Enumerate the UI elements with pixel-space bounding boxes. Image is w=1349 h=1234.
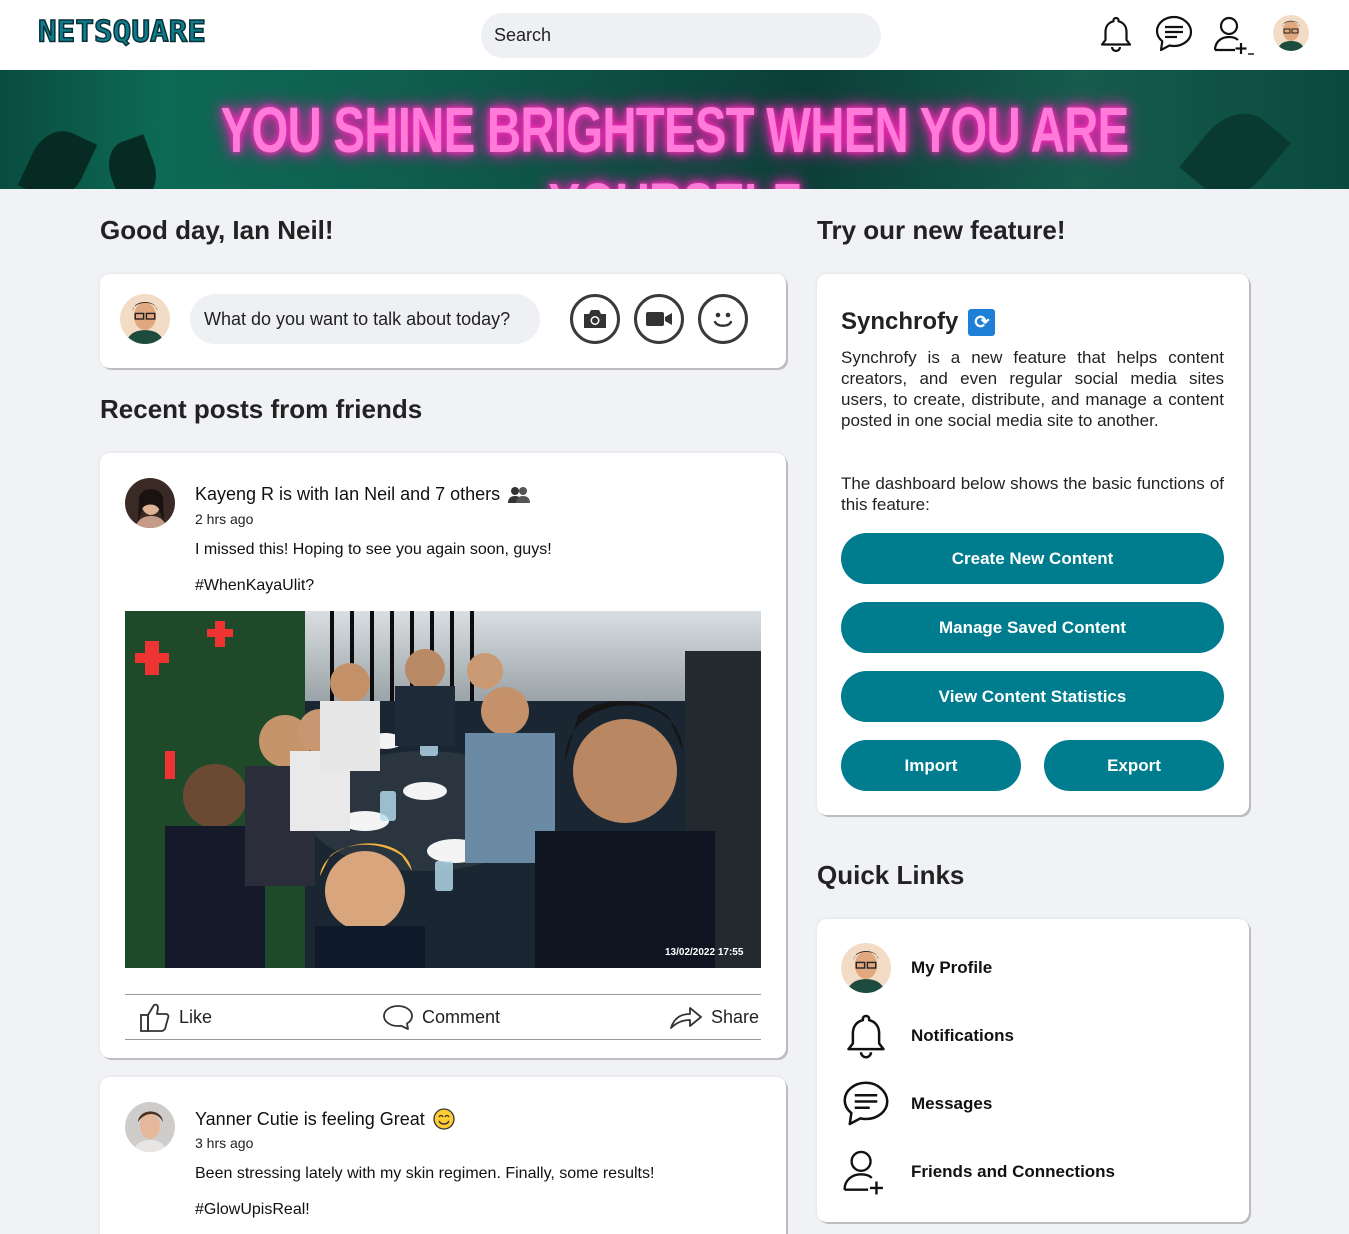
search-input[interactable] xyxy=(481,13,881,58)
post-action-bar: Like Comment Share xyxy=(125,994,761,1040)
camera-button[interactable] xyxy=(570,294,620,344)
composer-input[interactable] xyxy=(190,294,540,344)
video-button[interactable] xyxy=(634,294,684,344)
user-avatar[interactable] xyxy=(1273,15,1309,51)
recent-posts-heading: Recent posts from friends xyxy=(100,394,423,424)
smiley-icon xyxy=(713,312,733,327)
post-timestamp: 3 hrs ago xyxy=(195,1135,254,1151)
hero-banner: YOU SHINE BRIGHTEST WHEN YOU ARE YOURSEL… xyxy=(0,70,1349,189)
quick-link-notifications[interactable]: Notifications xyxy=(841,1011,1221,1061)
export-button[interactable]: Export xyxy=(1044,740,1224,791)
thumbs-up-icon xyxy=(140,1003,170,1032)
like-button[interactable]: Like xyxy=(139,995,212,1039)
quick-link-label: My Profile xyxy=(911,958,993,977)
synchrofy-card: Synchrofy ⟳ Synchrofy is a new feature t… xyxy=(817,274,1249,815)
emoji-button[interactable] xyxy=(698,294,748,344)
post-author-avatar[interactable] xyxy=(125,1102,175,1152)
banner-leaf-decoration xyxy=(101,134,164,189)
profile-avatar xyxy=(841,943,891,993)
comment-label: Comment xyxy=(422,1006,501,1027)
video-icon xyxy=(646,312,672,326)
view-statistics-button[interactable]: View Content Statistics xyxy=(841,671,1224,722)
group-icon xyxy=(508,486,531,503)
top-navigation-bar: NETSQUARE xyxy=(0,0,1349,70)
sync-icon: ⟳ xyxy=(968,308,996,336)
share-label: Share xyxy=(711,1006,760,1027)
post-photo[interactable]: 13/02/2022 17:55 xyxy=(125,611,761,968)
post-composer xyxy=(100,274,786,368)
chat-icon xyxy=(843,1081,889,1126)
post-body-text: Been stressing lately with my skin regim… xyxy=(195,1165,655,1182)
create-content-button[interactable]: Create New Content xyxy=(841,533,1224,584)
smiling-emoji-icon xyxy=(433,1108,455,1130)
synchrofy-description: Synchrofy is a new feature that helps co… xyxy=(841,348,1224,430)
bell-icon xyxy=(847,1014,885,1059)
bell-icon[interactable] xyxy=(1096,14,1136,54)
quick-link-label: Friends and Connections xyxy=(911,1162,1116,1181)
photo-timestamp: 13/02/2022 17:55 xyxy=(665,947,744,958)
greeting-heading: Good day, Ian Neil! xyxy=(100,215,334,245)
quick-link-messages[interactable]: Messages xyxy=(841,1079,1221,1129)
quick-links-card: My Profile Notifications Messages Friend… xyxy=(817,919,1249,1222)
banner-leaf-decoration xyxy=(1179,98,1291,189)
camera-icon xyxy=(584,310,606,328)
comment-icon xyxy=(383,1005,413,1030)
quick-link-label: Notifications xyxy=(911,1026,1014,1045)
post-body-text: I missed this! Hoping to see you again s… xyxy=(195,541,552,558)
manage-content-button[interactable]: Manage Saved Content xyxy=(841,602,1224,653)
like-label: Like xyxy=(179,1006,213,1027)
comment-button[interactable]: Comment xyxy=(382,995,500,1039)
synchrofy-dashboard-note: The dashboard below shows the basic func… xyxy=(841,474,1224,514)
post-card: Kayeng R is with Ian Neil and 7 others 2… xyxy=(100,453,786,1058)
post-card: Yanner Cutie is feeling Great 3 hrs ago … xyxy=(100,1077,786,1234)
post-author-text[interactable]: Yanner Cutie is feeling Great xyxy=(195,1109,425,1130)
composer-avatar xyxy=(120,294,170,344)
synchrofy-title-text: Synchrofy xyxy=(841,308,959,335)
post-hashtag[interactable]: #WhenKayaUlit? xyxy=(195,577,314,595)
post-timestamp: 2 hrs ago xyxy=(195,511,254,527)
share-icon xyxy=(670,1007,702,1029)
post-hashtag[interactable]: #GlowUpisReal! xyxy=(195,1201,310,1219)
banner-leaf-decoration xyxy=(17,121,98,189)
quick-link-my-profile[interactable]: My Profile xyxy=(841,943,1221,993)
post-author-line: Yanner Cutie is feeling Great xyxy=(195,1108,455,1130)
quick-link-label: Messages xyxy=(911,1094,993,1113)
quick-link-friends[interactable]: Friends and Connections xyxy=(841,1147,1221,1197)
quick-links-heading: Quick Links xyxy=(817,860,965,890)
add-friend-icon xyxy=(843,1150,883,1195)
netsquare-logo[interactable]: NETSQUARE xyxy=(37,14,206,50)
post-author-text[interactable]: Kayeng R is with Ian Neil and 7 others xyxy=(195,484,500,505)
import-button[interactable]: Import xyxy=(841,740,1021,791)
synchrofy-title: Synchrofy ⟳ xyxy=(841,308,996,336)
post-author-line: Kayeng R is with Ian Neil and 7 others xyxy=(195,484,531,505)
feature-heading: Try our new feature! xyxy=(817,215,1066,245)
messages-icon[interactable] xyxy=(1154,14,1194,54)
add-friend-icon[interactable] xyxy=(1212,14,1254,55)
banner-slogan: YOU SHINE BRIGHTEST WHEN YOU ARE YOURSEL… xyxy=(220,94,1130,189)
post-author-avatar[interactable] xyxy=(125,478,175,528)
share-button[interactable]: Share xyxy=(669,995,759,1039)
